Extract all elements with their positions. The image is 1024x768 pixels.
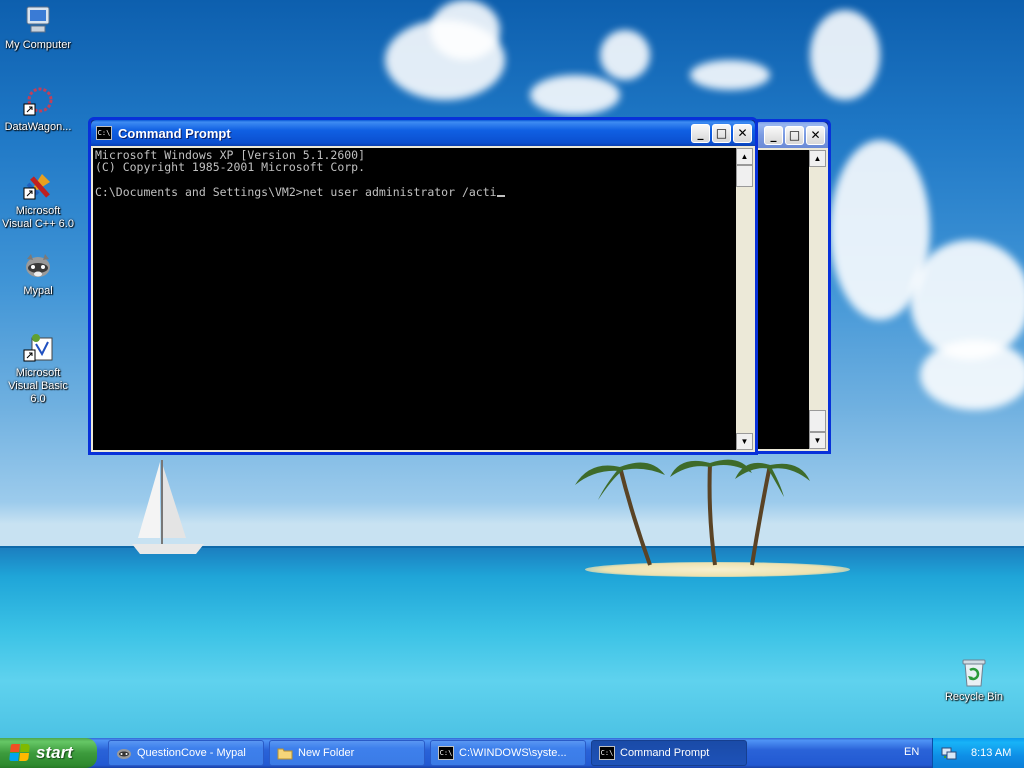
desktop-icon-label: Recycle Bin bbox=[944, 691, 1004, 703]
taskbar-button-new-folder[interactable]: New Folder bbox=[269, 740, 425, 766]
console-prompt-line: C:\Documents and Settings\VM2>net user a… bbox=[95, 186, 733, 198]
close-button[interactable]: ✕ bbox=[733, 123, 752, 143]
my-computer-icon bbox=[22, 4, 54, 36]
cloud bbox=[690, 60, 770, 90]
cloud bbox=[430, 0, 500, 60]
vertical-scrollbar[interactable]: ▲ ▼ bbox=[809, 150, 826, 449]
taskbar-button-label: C:\WINDOWS\syste... bbox=[459, 747, 567, 759]
datawagon-icon bbox=[22, 86, 54, 118]
command-prompt-window[interactable]: C:\ Command Prompt _ □ ✕ Microsoft Windo… bbox=[88, 117, 758, 455]
sailboat bbox=[132, 460, 204, 554]
mypal-raccoon-icon bbox=[117, 749, 131, 759]
desktop-icon-label: DataWagon... bbox=[4, 121, 72, 133]
cloud bbox=[810, 10, 880, 100]
maximize-button[interactable]: □ bbox=[712, 123, 731, 143]
taskbar-button-windows-system[interactable]: C:\ C:\WINDOWS\syste... bbox=[430, 740, 586, 766]
desktop-icon-mypal[interactable]: Mypal bbox=[0, 250, 76, 298]
scroll-up-button[interactable]: ▲ bbox=[809, 150, 826, 167]
minimize-button[interactable]: _ bbox=[691, 123, 710, 143]
console-icon: C:\ bbox=[96, 126, 112, 140]
background-console-titlebar[interactable]: _ □ ✕ bbox=[755, 122, 828, 148]
sea bbox=[0, 548, 1024, 738]
close-button[interactable]: ✕ bbox=[806, 125, 825, 145]
desktop-icon-datawagon[interactable]: DataWagon... bbox=[0, 86, 76, 134]
cloud bbox=[530, 75, 620, 115]
text-cursor bbox=[496, 194, 505, 197]
console-icon: C:\ bbox=[599, 746, 615, 760]
taskbar: start QuestionCove - Mypal New Folder C:… bbox=[0, 738, 1024, 768]
recycle-bin-icon bbox=[958, 656, 990, 688]
taskbar-button-label: New Folder bbox=[298, 747, 355, 759]
desktop-icon-label: Mypal bbox=[23, 285, 53, 297]
desktop-icon-visual-basic[interactable]: Microsoft Visual Basic 6.0 bbox=[0, 332, 76, 406]
console-area[interactable]: Microsoft Windows XP [Version 5.1.2600](… bbox=[91, 146, 755, 452]
visual-basic-icon bbox=[22, 332, 54, 364]
console-icon: C:\ bbox=[438, 746, 454, 760]
visual-cpp-icon bbox=[22, 170, 54, 202]
taskbar-button-label: Command Prompt bbox=[620, 747, 710, 759]
minimize-button[interactable]: _ bbox=[764, 125, 783, 145]
desktop-icon-label: Microsoft Visual C++ 6.0 bbox=[2, 205, 74, 230]
scroll-down-button[interactable]: ▼ bbox=[809, 432, 826, 449]
maximize-button[interactable]: □ bbox=[785, 125, 804, 145]
scroll-thumb[interactable] bbox=[736, 165, 753, 187]
windows-logo-icon bbox=[9, 744, 31, 762]
folder-icon bbox=[277, 748, 293, 760]
cloud bbox=[920, 340, 1024, 410]
scroll-down-button[interactable]: ▼ bbox=[736, 433, 753, 450]
console-output[interactable]: Microsoft Windows XP [Version 5.1.2600](… bbox=[95, 149, 733, 450]
language-indicator[interactable]: EN bbox=[904, 746, 919, 758]
background-console-window[interactable]: _ □ ✕ ▲ ▼ bbox=[752, 119, 831, 454]
start-button[interactable]: start bbox=[0, 738, 97, 768]
taskbar-button-label: QuestionCove - Mypal bbox=[137, 747, 246, 759]
palm-trees bbox=[575, 459, 810, 566]
desktop-icon-visual-cpp[interactable]: Microsoft Visual C++ 6.0 bbox=[0, 170, 76, 231]
desktop[interactable]: My Computer DataWagon... Microsoft Visua… bbox=[0, 0, 1024, 738]
vertical-scrollbar[interactable]: ▲ ▼ bbox=[736, 148, 753, 450]
mypal-raccoon-icon bbox=[22, 250, 54, 282]
scroll-thumb[interactable] bbox=[809, 410, 826, 432]
taskbar-button-mypal[interactable]: QuestionCove - Mypal bbox=[108, 740, 264, 766]
clock[interactable]: 8:13 AM bbox=[971, 747, 1011, 759]
system-tray: 8:13 AM bbox=[932, 738, 1024, 768]
command-prompt-titlebar[interactable]: C:\ Command Prompt _ □ ✕ bbox=[91, 120, 755, 146]
network-tray-icon[interactable] bbox=[941, 745, 957, 761]
console-line: (C) Copyright 1985-2001 Microsoft Corp. bbox=[95, 160, 366, 175]
console-command: C:\Documents and Settings\VM2>net user a… bbox=[95, 184, 497, 199]
desktop-icon-label: My Computer bbox=[4, 39, 72, 51]
scroll-up-button[interactable]: ▲ bbox=[736, 148, 753, 165]
start-label: start bbox=[36, 743, 73, 762]
background-console-body[interactable]: ▲ ▼ bbox=[755, 148, 828, 451]
desktop-icon-recycle-bin[interactable]: Recycle Bin bbox=[936, 656, 1012, 704]
cloud bbox=[600, 30, 650, 80]
window-title: Command Prompt bbox=[118, 125, 231, 141]
desktop-icon-my-computer[interactable]: My Computer bbox=[0, 4, 76, 52]
taskbar-button-command-prompt[interactable]: C:\ Command Prompt bbox=[591, 740, 747, 766]
desktop-icon-label: Microsoft Visual Basic 6.0 bbox=[8, 367, 68, 405]
